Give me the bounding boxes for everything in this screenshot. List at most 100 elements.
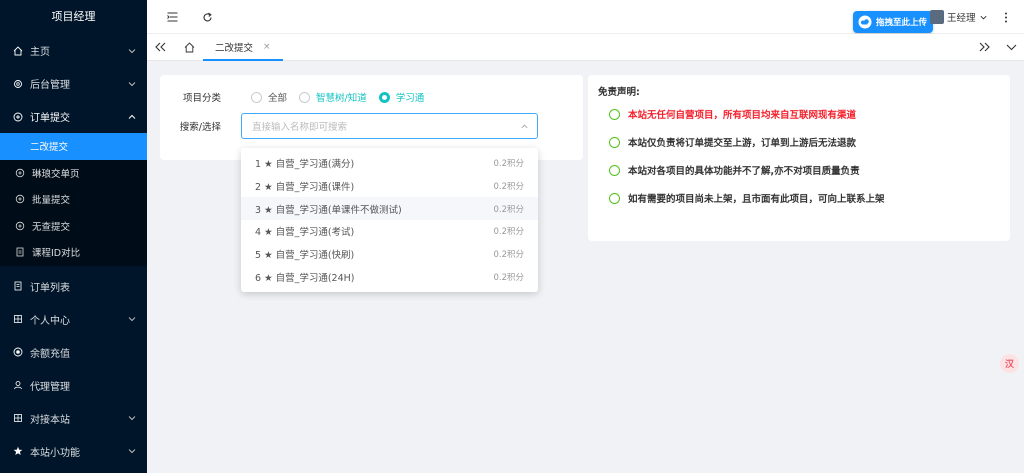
tab-label: 二改提交: [215, 42, 254, 54]
search-label: 搜索/选择: [179, 122, 221, 133]
circle-check-icon: [609, 164, 620, 176]
option-label: 3 ★ 自营_学习通(单课件不做测试): [255, 204, 402, 216]
sidebar-item-label: 主页: [30, 47, 50, 58]
plus-circle-icon: [14, 167, 26, 179]
avatar: [930, 10, 944, 24]
category-row: 项目分类 全部 智慧树/知道 学习通: [161, 90, 436, 104]
menu-fold-icon: [166, 12, 177, 22]
float-button-label: 汉: [1004, 360, 1014, 370]
option-label: 5 ★ 自营_学习通(快刷): [255, 250, 355, 262]
sidebar-item-label: 后台管理: [30, 80, 70, 91]
user-menu[interactable]: 王经理: [930, 10, 988, 24]
dropdown-option[interactable]: 5 ★ 自营_学习通(快刷) 0.2积分: [241, 243, 538, 266]
sidebar-item-label: 订单列表: [30, 282, 70, 294]
dropdown-option[interactable]: 3 ★ 自营_学习通(单课件不做测试) 0.2积分: [241, 197, 538, 221]
menu-fold-button[interactable]: [165, 10, 179, 24]
close-icon[interactable]: ×: [263, 42, 271, 52]
sidebar-item-recharge[interactable]: 余额充值: [0, 336, 147, 369]
disclaimer-item: 本站仅负责将订单提交至上游，订单到上游后无法退款: [609, 135, 856, 149]
option-price: 0.2积分: [493, 159, 524, 170]
sidebar-item-course-id-compare[interactable]: 课程ID对比: [0, 239, 147, 266]
float-translate-button[interactable]: 汉: [1000, 354, 1019, 373]
sidebar-item-label: 课程ID对比: [32, 248, 81, 260]
sidebar-item-label: 本站小功能: [30, 447, 80, 459]
option-price: 0.2积分: [493, 272, 524, 283]
chevron-up-icon: [128, 114, 136, 119]
double-chevron-right-icon: [979, 42, 990, 52]
sidebar-item-label: 琳琅交单页: [32, 168, 80, 180]
radio-label: 学习通: [395, 93, 425, 104]
sidebar: 项目经理 主页 后台管理 订单提交 二改提交 琳琅交单页 批量提交 无查提交 课…: [0, 0, 147, 473]
radio-zhihuishu[interactable]: 智慧树/知道: [299, 90, 367, 104]
sidebar-item-admin[interactable]: 后台管理: [0, 67, 147, 100]
project-dropdown: 1 ★ 自营_学习通(满分) 0.2积分 2 ★ 自营_学习通(课件) 0.2积…: [241, 148, 538, 292]
option-label: 1 ★ 自营_学习通(满分): [255, 159, 355, 171]
radio-circle: [251, 91, 262, 103]
star-icon: [12, 445, 24, 457]
tabs-scroll-left-button[interactable]: [153, 40, 167, 54]
project-search-select[interactable]: 直接输入名称即可搜索: [241, 113, 538, 139]
cloud-upload-icon: [858, 15, 872, 29]
user-grid-icon: [12, 313, 24, 325]
chevron-down-icon: [128, 48, 136, 53]
drag-upload-badge[interactable]: 拖拽至此上传: [853, 11, 934, 33]
tab-second-submit[interactable]: 二改提交 ×: [203, 34, 283, 61]
disclaimer-title: 免责声明:: [598, 87, 640, 98]
dropdown-option[interactable]: 4 ★ 自营_学习通(考试) 0.2积分: [241, 220, 538, 243]
category-label: 项目分类: [182, 93, 221, 104]
home-icon: [184, 41, 194, 52]
more-vertical-icon: [1005, 12, 1007, 22]
sidebar-item-dock-site[interactable]: 对接本站: [0, 402, 147, 435]
radio-label: 全部: [268, 93, 288, 104]
plus-circle-icon: [14, 193, 26, 205]
chevron-down-icon: [128, 317, 136, 322]
circle-check-icon: [609, 136, 620, 148]
search-placeholder: 直接输入名称即可搜索: [252, 122, 348, 133]
double-chevron-left-icon: [154, 42, 165, 52]
disclaimer-item: 本站无任何自营项目，所有项目均来自互联网现有渠道: [609, 107, 856, 121]
disclaimer-text: 本站无任何自营项目，所有项目均来自互联网现有渠道: [628, 110, 857, 121]
sidebar-item-linlang[interactable]: 琳琅交单页: [0, 160, 147, 187]
sidebar-item-label: 余额充值: [30, 348, 70, 360]
more-button[interactable]: [999, 10, 1013, 24]
radio-xuexitong[interactable]: 学习通: [378, 90, 425, 104]
disclaimer-item: 如有需要的项目尚未上架，且市面有此项目，可向上联系上架: [609, 191, 885, 205]
tabs-dropdown-button[interactable]: [1004, 40, 1018, 54]
sidebar-item-order-submit[interactable]: 订单提交: [0, 100, 147, 133]
home-icon: [12, 45, 24, 57]
sidebar-title: 项目经理: [51, 10, 96, 23]
chevron-down-icon: [979, 15, 987, 19]
disclaimer-card: [588, 75, 1010, 241]
coin-icon: [12, 346, 24, 358]
sidebar-item-order-list[interactable]: 订单列表: [0, 270, 147, 303]
circle-check-icon: [609, 108, 620, 120]
user-name: 王经理: [947, 13, 976, 24]
tabs-scroll-right-button[interactable]: [977, 40, 991, 54]
chevron-down-icon: [1006, 44, 1016, 51]
sidebar-item-label: 对接本站: [30, 414, 70, 426]
dropdown-option[interactable]: 2 ★ 自营_学习通(课件) 0.2积分: [241, 175, 538, 198]
option-label: 2 ★ 自营_学习通(课件): [255, 182, 355, 194]
link-icon: [12, 412, 24, 424]
sidebar-item-home[interactable]: 主页: [0, 34, 147, 67]
top-header: 拖拽至此上传 王经理: [147, 0, 1024, 34]
dropdown-option[interactable]: 1 ★ 自营_学习通(满分) 0.2积分: [241, 152, 538, 175]
sidebar-item-no-check-submit[interactable]: 无查提交: [0, 213, 147, 240]
sidebar-item-personal-center[interactable]: 个人中心: [0, 303, 147, 336]
radio-circle: [299, 91, 311, 103]
dropdown-option[interactable]: 6 ★ 自营_学习通(24H) 0.2积分: [241, 265, 538, 288]
refresh-button[interactable]: [200, 10, 214, 24]
sidebar-item-batch-submit[interactable]: 批量提交: [0, 186, 147, 213]
radio-all[interactable]: 全部: [251, 90, 287, 104]
option-label: 4 ★ 自营_学习通(考试): [255, 227, 355, 239]
tab-home-button[interactable]: [182, 40, 196, 54]
doc-icon: [14, 246, 26, 258]
sidebar-item-second-submit[interactable]: 二改提交: [0, 133, 147, 160]
sidebar-item-label: 无查提交: [32, 221, 71, 233]
sidebar-item-site-tools[interactable]: 本站小功能: [0, 435, 147, 468]
option-label: 6 ★ 自营_学习通(24H): [255, 272, 355, 284]
sidebar-item-agent-manage[interactable]: 代理管理: [0, 369, 147, 402]
sidebar-item-label: 代理管理: [30, 381, 70, 393]
disclaimer-text: 本站仅负责将订单提交至上游，订单到上游后无法退款: [628, 138, 857, 149]
sidebar-item-label: 二改提交: [30, 142, 69, 154]
